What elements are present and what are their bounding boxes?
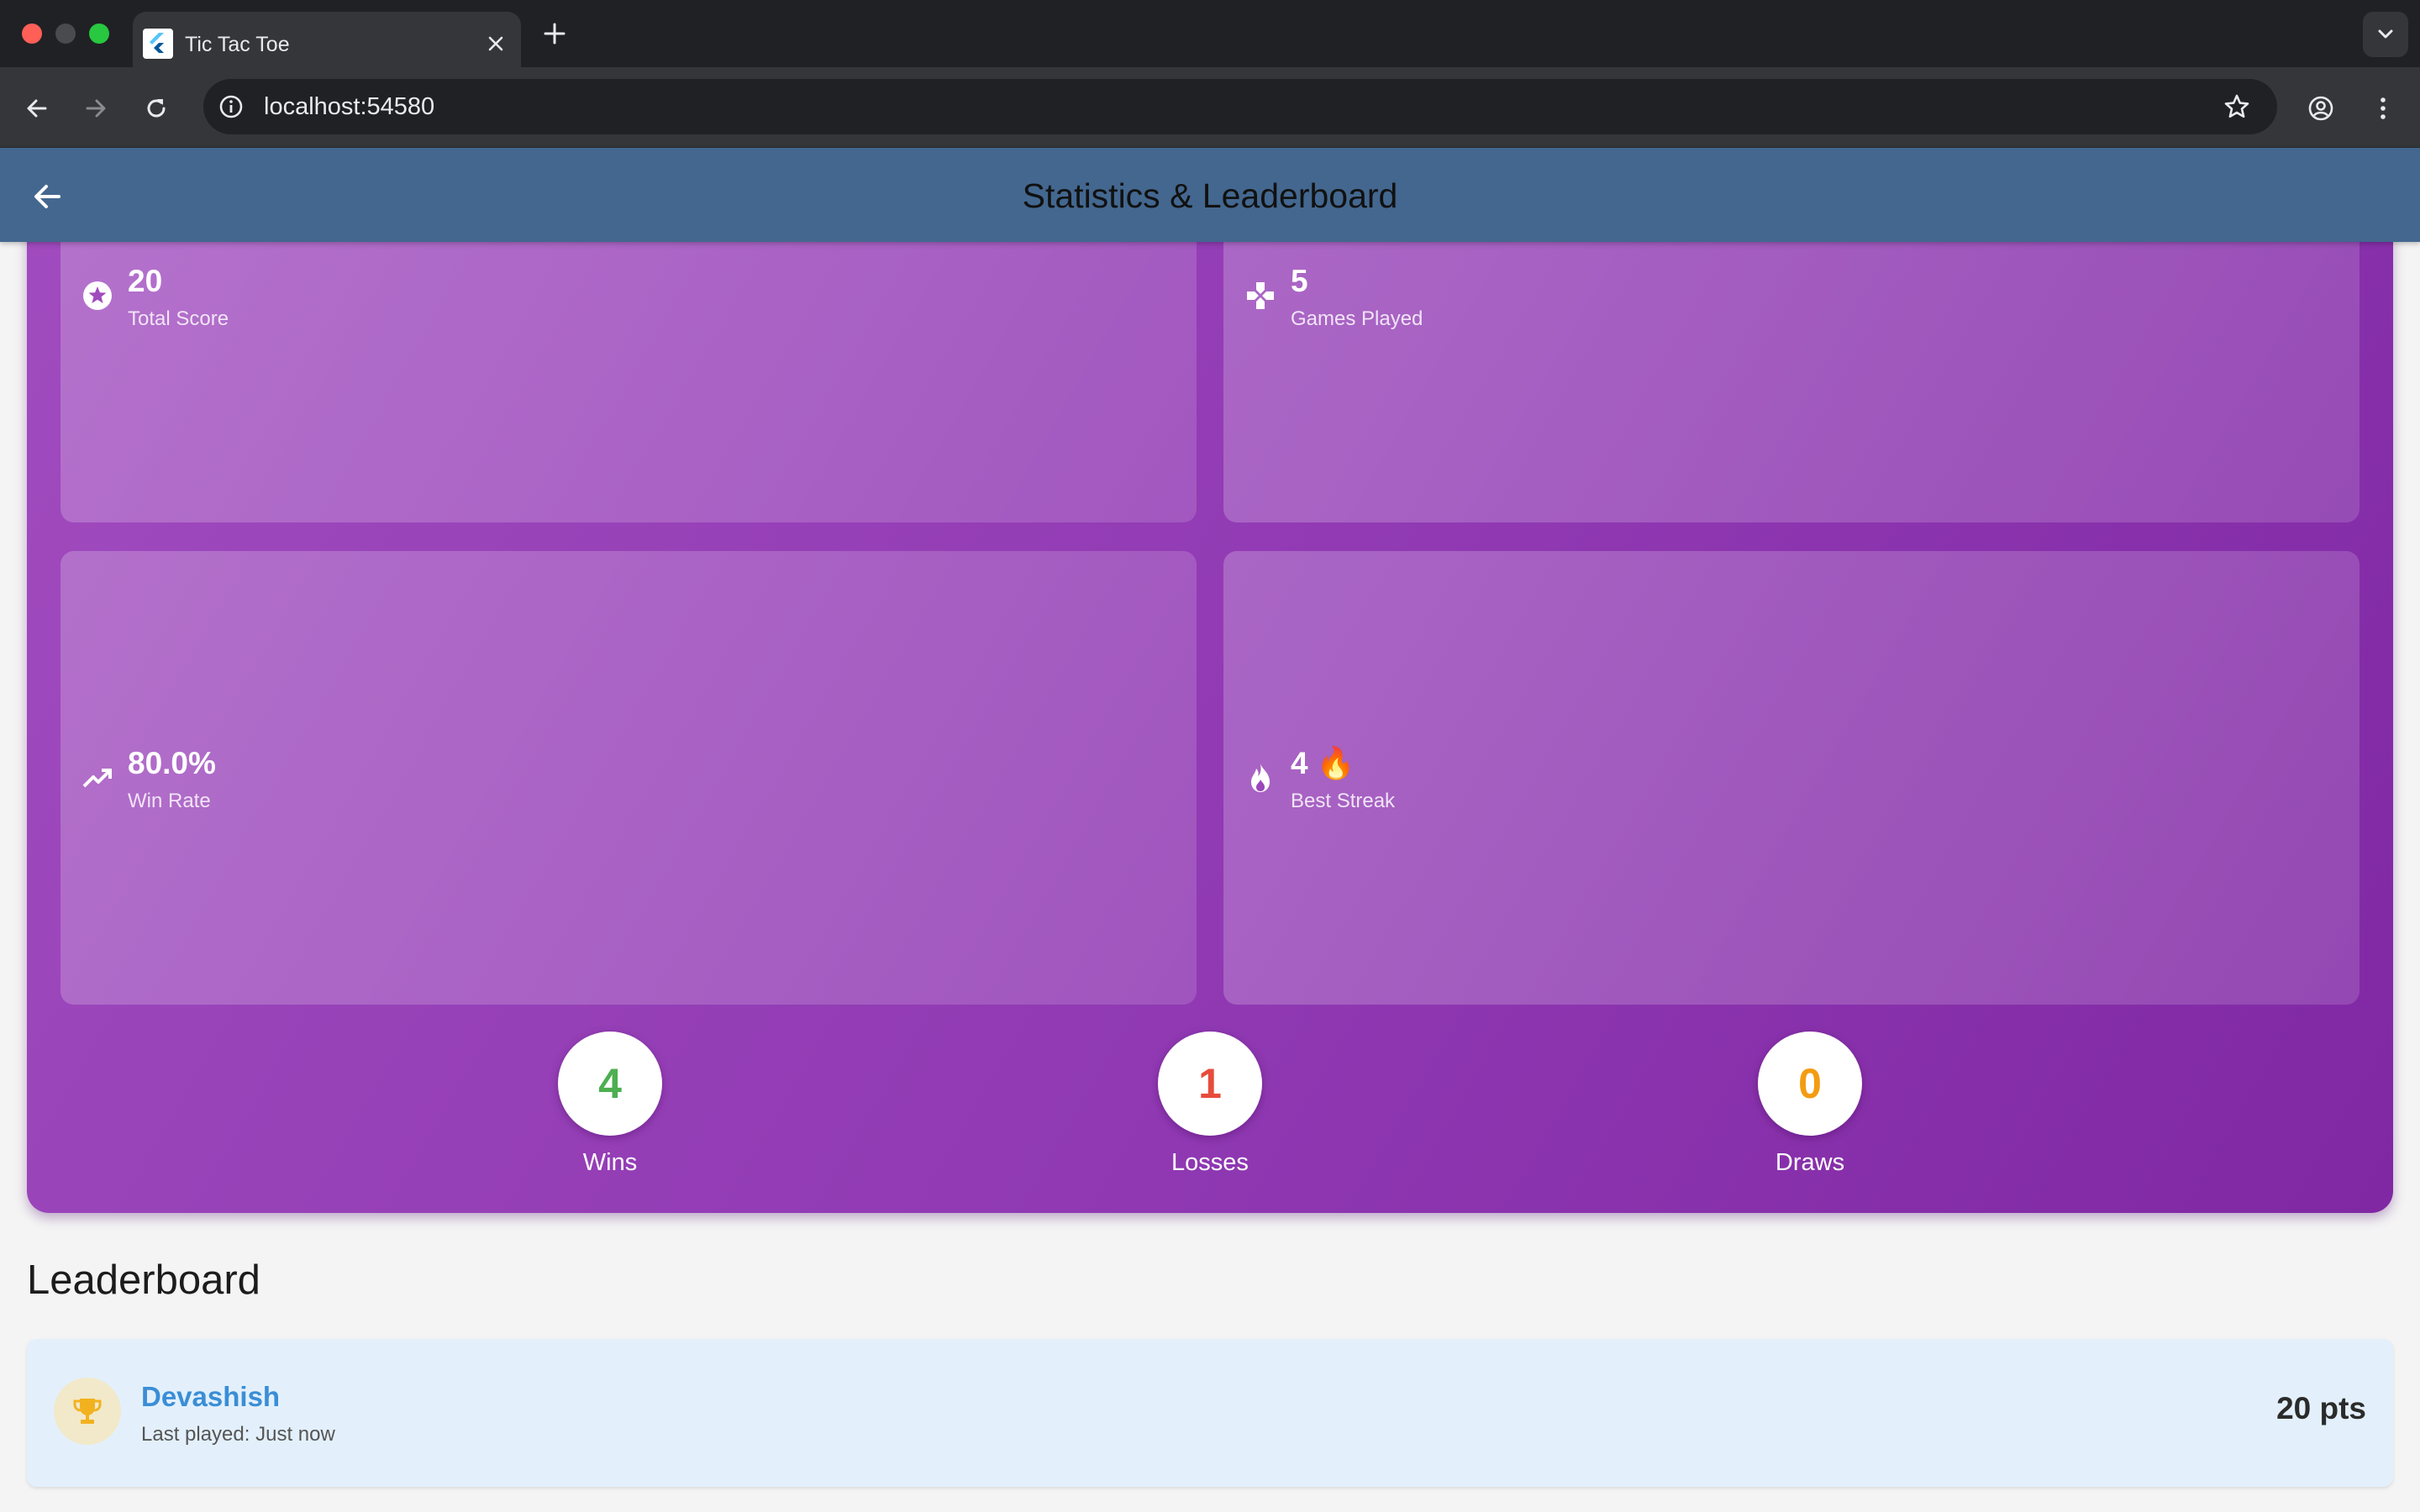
flutter-favicon-icon [143,29,173,59]
url-text: localhost:54580 [264,93,435,120]
bookmark-star-icon[interactable] [2223,93,2250,120]
player-points: 20 pts [2276,1391,2366,1425]
stat-card-win-rate: 80.0% Win Rate [60,551,1197,1005]
last-played-text: Last played: Just now [141,1423,335,1446]
stat-value: 4 🔥 [1291,746,1355,780]
window-close-button[interactable] [22,24,42,44]
more-menu-icon[interactable] [2370,95,2396,122]
stat-label: Games Played [1291,307,1423,330]
stat-value: 20 [128,264,163,298]
stat-value: 80.0% [128,746,216,780]
new-tab-icon[interactable] [541,20,568,47]
app-bar: Statistics & Leaderboard [0,148,2420,242]
window-maximize-button[interactable] [89,24,109,44]
stat-card-best-streak: 4 🔥 Best Streak [1223,551,2360,1005]
leaderboard-heading: Leaderboard [27,1257,260,1303]
trending-up-icon [82,769,112,788]
stat-value: 5 [1291,264,1308,298]
draws-count-circle: 0 [1758,1032,1862,1136]
reload-icon[interactable] [143,95,170,122]
forward-arrow-icon[interactable] [82,95,109,122]
browser-tab-active[interactable]: Tic Tac Toe [133,12,521,67]
player-name: Devashish [141,1381,281,1412]
losses-label: Losses [1171,1149,1249,1176]
statistics-panel: 20 Total Score 5 Games Played 80.0% Win … [27,168,2393,1213]
page: Tic Tac Toe localhost:54580 20 Total Sco… [0,0,2420,1512]
back-arrow-icon[interactable] [24,95,50,122]
tab-title: Tic Tac Toe [185,33,290,56]
draws-label: Draws [1775,1149,1845,1176]
tab-close-icon[interactable] [484,32,508,55]
losses-count-circle: 1 [1158,1032,1262,1136]
leaderboard-entry[interactable]: Devashish Last played: Just now 20 pts [27,1339,2393,1487]
gamepad-icon [1247,282,1274,309]
stat-label: Total Score [128,307,229,330]
page-title: Statistics & Leaderboard [1022,176,1398,215]
browser-tab-strip: Tic Tac Toe [0,0,2420,67]
window-minimize-button[interactable] [55,24,76,44]
trophy-icon [73,1399,102,1424]
browser-toolbar: localhost:54580 [0,67,2420,148]
stat-label: Win Rate [128,790,211,812]
site-info-icon[interactable] [215,91,247,123]
leaderboard-avatar [54,1378,121,1445]
wins-count-circle: 4 [558,1032,662,1136]
chevron-down-icon [2378,29,2393,39]
star-circle-icon [83,281,112,310]
address-bar[interactable]: localhost:54580 [203,79,2277,134]
tab-search-button[interactable] [2363,12,2408,57]
wins-label: Wins [582,1149,638,1176]
fire-icon [1251,764,1270,792]
profile-icon[interactable] [2307,95,2334,122]
stat-label: Best Streak [1291,790,1396,812]
